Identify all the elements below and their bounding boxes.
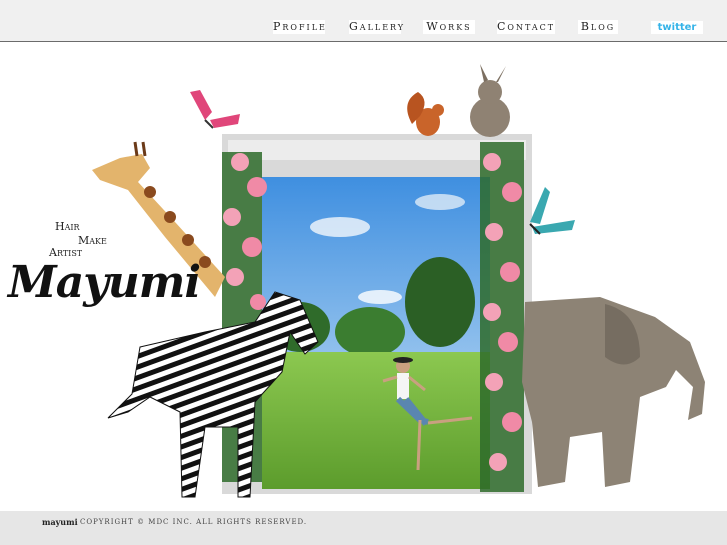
footer-brand: mayumi: [42, 517, 78, 527]
nav-blog[interactable]: Blog: [578, 20, 618, 34]
flower-vine-right: [480, 142, 524, 492]
nav-works[interactable]: Works: [423, 20, 475, 34]
pink-butterfly: [190, 90, 240, 129]
logo-mayumi: Mayumi: [8, 257, 201, 308]
nav-profile[interactable]: Profile: [273, 20, 325, 34]
footer: mayumi COPYRIGHT © MDC INC. ALL RIGHTS R…: [0, 511, 727, 545]
rabbit: [470, 64, 510, 137]
twitter-link[interactable]: twitter: [651, 21, 703, 34]
squirrel: [407, 92, 444, 136]
nav-contact[interactable]: Contact: [497, 20, 555, 34]
top-nav-bar: Profile Gallery Works Contact Blog twitt…: [0, 0, 727, 42]
elephant: [522, 297, 705, 487]
nav-gallery[interactable]: Gallery: [349, 20, 403, 34]
logo-make: Make: [78, 234, 107, 247]
blue-butterfly: [529, 187, 575, 235]
footer-copyright: COPYRIGHT © MDC INC. ALL RIGHTS RESERVED…: [80, 518, 308, 526]
logo-hair: Hair: [55, 220, 80, 233]
